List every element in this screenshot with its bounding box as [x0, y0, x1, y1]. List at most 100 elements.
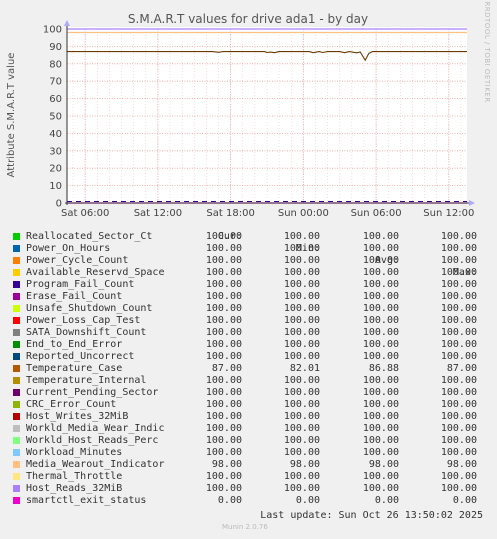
y-axis-arrow: [64, 20, 70, 26]
legend-row: Erase_Fail_Count 100.00 100.00 100.00 100.00: [0, 291, 497, 303]
legend-value-cur: 100.00: [205, 471, 242, 482]
legend-swatch: [13, 401, 20, 408]
y-tick-label: 90: [49, 42, 62, 53]
legend-value-cur: 100.00: [205, 291, 242, 302]
legend-swatch: [13, 293, 20, 300]
legend-value-max: 0.00: [452, 495, 477, 506]
legend-value-max: 100.00: [440, 315, 477, 326]
legend-value-min: 100.00: [283, 279, 320, 290]
legend-value-cur: 100.00: [205, 303, 242, 314]
legend-value-min: 100.00: [283, 267, 320, 278]
legend-value-max: 100.00: [440, 483, 477, 494]
legend-value-cur: 100.00: [205, 243, 242, 254]
legend-swatch: [13, 233, 20, 240]
chart-title: S.M.A.R.T values for drive ada1 - by day: [128, 12, 368, 26]
y-tick-label: 0: [56, 199, 62, 210]
legend-value-min: 100.00: [283, 339, 320, 350]
legend-value-min: 0.00: [295, 495, 320, 506]
legend-swatch: [13, 497, 20, 504]
legend-value-cur: 100.00: [205, 423, 242, 434]
legend-series-name: smartctl_exit_status: [26, 495, 147, 506]
legend-value-avg: 100.00: [362, 387, 399, 398]
x-tick-label: Sun 12:00: [423, 208, 474, 219]
plot-area: Sat 06:00 Sat 12:00 Sat 18:00 Sun 00:00 Sun …: [43, 20, 475, 219]
legend-value-max: 100.00: [440, 243, 477, 254]
legend-series-name: Temperature_Case: [26, 363, 123, 374]
y-axis-label: Attribute S.M.A.R.T value: [6, 53, 17, 178]
legend-value-avg: 100.00: [362, 279, 399, 290]
rrdtool-watermark: RRDTOOL / TOBI OETIKER: [483, 1, 491, 102]
legend-value-min: 100.00: [283, 255, 320, 266]
legend-swatch: [13, 425, 20, 432]
legend-value-avg: 0.00: [374, 495, 399, 506]
legend-value-avg: 100.00: [362, 243, 399, 254]
legend-series-name: Reported_Uncorrect: [26, 351, 135, 362]
last-update: Last update: Sun Oct 26 13:50:02 2025: [260, 510, 483, 521]
legend-value-max: 100.00: [440, 447, 477, 458]
legend-series-name: Power_Loss_Cap_Test: [26, 315, 141, 326]
legend-swatch: [13, 245, 20, 252]
legend-value-avg: 100.00: [362, 399, 399, 410]
legend-row: Program_Fail_Count 100.00 100.00 100.00 100.…: [0, 279, 497, 291]
legend-value-min: 100.00: [283, 231, 320, 242]
legend-value-min: 100.00: [283, 471, 320, 482]
legend-swatch: [13, 389, 20, 396]
legend-value-cur: 100.00: [205, 411, 242, 422]
legend-swatch: [13, 377, 20, 384]
legend-value-avg: 100.00: [362, 471, 399, 482]
legend-value-max: 100.00: [440, 327, 477, 338]
legend-series-name: Workld_Media_Wear_Indic: [26, 423, 165, 434]
legend-value-avg: 100.00: [362, 447, 399, 458]
legend-series-name: Available_Reservd_Space: [26, 267, 165, 278]
legend-value-min: 100.00: [283, 399, 320, 410]
legend-value-avg: 100.00: [362, 255, 399, 266]
legend-swatch: [13, 449, 20, 456]
legend-series-name: Host_Writes_32MiB: [26, 411, 129, 422]
y-tick-label: 100: [43, 25, 62, 36]
legend-value-cur: 100.00: [205, 267, 242, 278]
y-tick-label: 10: [49, 181, 62, 192]
x-tick-label: Sat 12:00: [134, 208, 182, 219]
legend-value-max: 100.00: [440, 375, 477, 386]
legend-value-cur: 100.00: [205, 255, 242, 266]
legend-row: Reported_Uncorrect 100.00 100.00 100.00 100.…: [0, 351, 497, 363]
y-tick-label: 50: [49, 112, 62, 123]
legend-value-avg: 100.00: [362, 423, 399, 434]
x-tick-label: Sat 06:00: [61, 208, 109, 219]
legend-series-name: End_to_End_Error: [26, 339, 123, 350]
legend-value-min: 100.00: [283, 327, 320, 338]
legend-value-min: 100.00: [283, 387, 320, 398]
legend-swatch: [13, 269, 20, 276]
legend-value-cur: 100.00: [205, 315, 242, 326]
legend-value-cur: 100.00: [205, 327, 242, 338]
legend-swatch: [13, 281, 20, 288]
legend-row: Power_On_Hours 100.00 100.00 100.00 100.00: [0, 243, 497, 255]
legend-value-min: 100.00: [283, 291, 320, 302]
legend-value-min: 100.00: [283, 303, 320, 314]
legend-value-avg: 100.00: [362, 231, 399, 242]
legend-value-min: 100.00: [283, 243, 320, 254]
legend-value-max: 100.00: [440, 339, 477, 350]
legend-series-name: Workload_Minutes: [26, 447, 123, 458]
legend-series-name: CRC_Error_Count: [26, 399, 117, 410]
legend-value-max: 100.00: [440, 423, 477, 434]
legend-row: Reallocated_Sector_Ct 100.00 100.00 100.00 1…: [0, 231, 497, 243]
legend-swatch: [13, 317, 20, 324]
legend-value-min: 100.00: [283, 411, 320, 422]
legend-row: Current_Pending_Sector 100.00 100.00 100.00…: [0, 387, 497, 399]
legend-swatch: [13, 305, 20, 312]
legend-value-avg: 100.00: [362, 483, 399, 494]
legend-value-cur: 100.00: [205, 447, 242, 458]
legend-value-cur: 100.00: [205, 399, 242, 410]
legend-value-cur: 100.00: [205, 279, 242, 290]
legend-row: Workload_Minutes 100.00 100.00 100.00 100.00: [0, 447, 497, 459]
legend-swatch: [13, 329, 20, 336]
y-tick-label: 80: [49, 59, 62, 70]
legend-swatch: [13, 365, 20, 372]
legend-series-name: Temperature_Internal: [26, 375, 147, 386]
legend-row: Power_Cycle_Count 100.00 100.00 100.00 100.0…: [0, 255, 497, 267]
legend-swatch: [13, 341, 20, 348]
legend-value-avg: 100.00: [362, 435, 399, 446]
y-tick-label: 20: [49, 164, 62, 175]
legend-value-max: 100.00: [440, 303, 477, 314]
